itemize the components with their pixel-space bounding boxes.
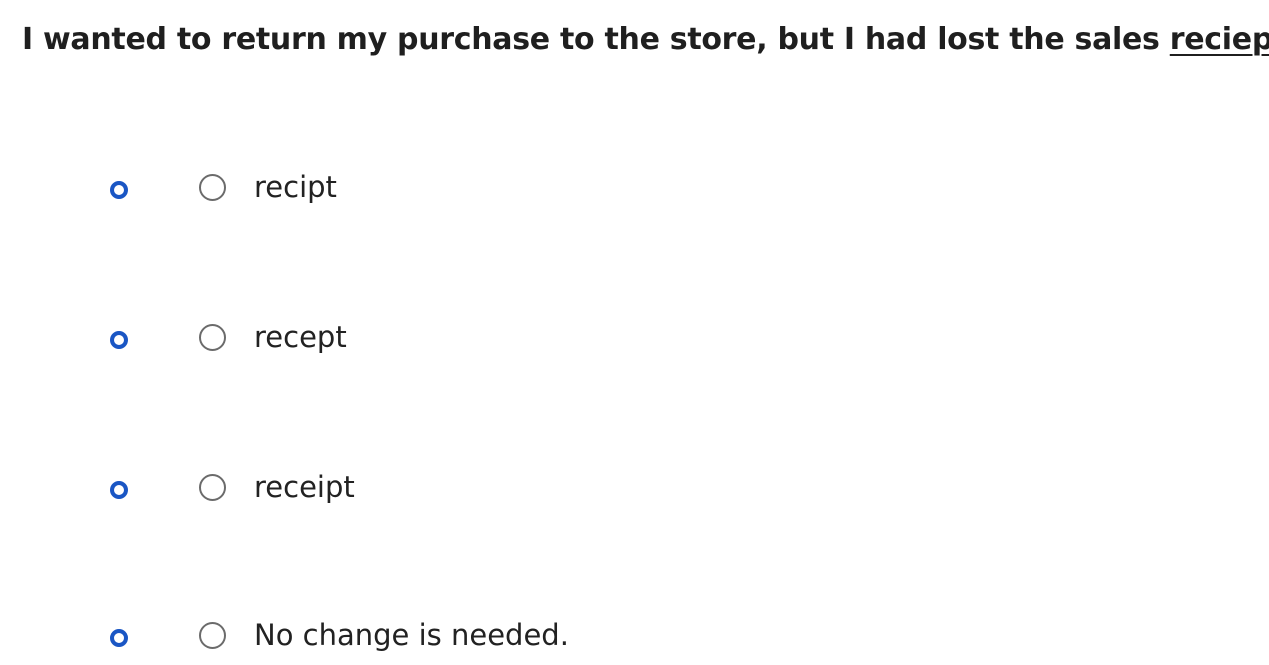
question-text: I wanted to return my purchase to the st…: [22, 14, 1269, 66]
radio-button[interactable]: [199, 474, 226, 501]
option-label: No change is needed.: [254, 618, 569, 652]
answer-option-3[interactable]: receipt: [0, 465, 1269, 515]
option-label: recipt: [254, 170, 337, 204]
option-marker-icon: [110, 331, 128, 349]
radio-button[interactable]: [199, 324, 226, 351]
radio-button[interactable]: [199, 174, 226, 201]
answer-option-2[interactable]: recept: [0, 315, 1269, 365]
underlined-word: reciept: [1169, 22, 1269, 57]
answer-option-4[interactable]: No change is needed.: [0, 613, 1269, 663]
option-marker-icon: [110, 181, 128, 199]
question-text-before: I wanted to return my purchase to the st…: [22, 22, 1170, 57]
option-label: receipt: [254, 470, 355, 504]
option-marker-icon: [110, 481, 128, 499]
option-marker-icon: [110, 629, 128, 647]
answer-option-1[interactable]: recipt: [0, 165, 1269, 215]
option-label: recept: [254, 320, 347, 354]
radio-button[interactable]: [199, 622, 226, 649]
